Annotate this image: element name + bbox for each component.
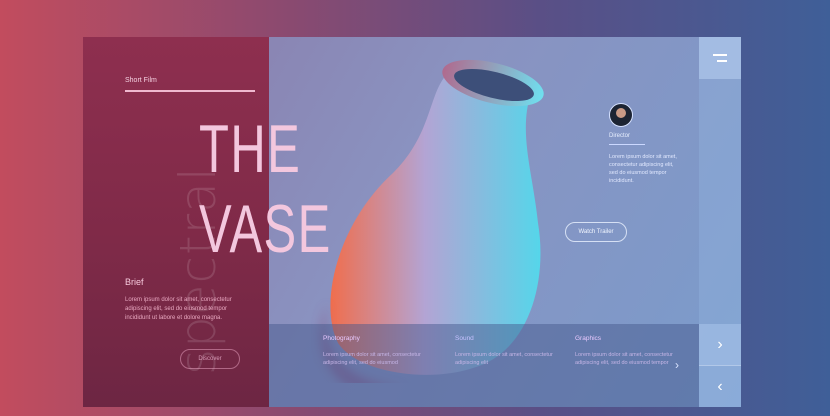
info-text: Lorem ipsum dolor sit amet, consectetur … (455, 352, 553, 366)
brief-text: Lorem ipsum dolor sit amet, consectetur … (125, 297, 232, 321)
short-film-underline (125, 90, 255, 92)
info-photography: Photography Lorem ipsum dolor sit amet, … (323, 335, 423, 367)
brief-heading: Brief (125, 277, 144, 287)
title-line-2: VASE (199, 191, 332, 267)
info-sound: Sound Lorem ipsum dolor sit amet, consec… (455, 335, 555, 367)
vertical-word-container: spectral (111, 117, 227, 397)
discover-button[interactable]: Discover (180, 349, 240, 369)
info-title: Photography (323, 335, 360, 342)
info-title: Sound (455, 335, 474, 342)
short-film-label: Short Film (125, 77, 157, 84)
director-divider (609, 144, 645, 145)
title-line-1: THE (199, 111, 302, 187)
director-text: Lorem ipsum dolor sit amet, consectetur … (609, 154, 677, 184)
info-title: Graphics (575, 335, 602, 342)
chevron-left-icon: ‹ (717, 377, 723, 395)
film-title: THE VASE (199, 109, 332, 269)
hero-card: spectral Short Film Brief Lorem ipsum do… (83, 37, 741, 407)
director-label: Director (609, 133, 631, 139)
watch-trailer-button[interactable]: Watch Trailer (565, 222, 627, 242)
director-avatar[interactable] (609, 103, 633, 127)
info-text: Lorem ipsum dolor sit amet, consectetur … (575, 352, 673, 366)
previous-button[interactable]: ‹ (699, 366, 741, 407)
director-block: Director Lorem ipsum dolor sit amet, con… (609, 103, 679, 185)
next-button[interactable]: › (699, 324, 741, 366)
menu-button[interactable] (699, 37, 741, 79)
chevron-right-icon: › (717, 335, 723, 353)
info-graphics: Graphics Lorem ipsum dolor sit amet, con… (575, 335, 675, 367)
info-bar: Photography Lorem ipsum dolor sit amet, … (269, 324, 699, 407)
menu-icon (713, 54, 727, 62)
info-next-chevron-icon[interactable]: › (675, 358, 679, 372)
info-text: Lorem ipsum dolor sit amet, consectetur … (323, 352, 421, 366)
